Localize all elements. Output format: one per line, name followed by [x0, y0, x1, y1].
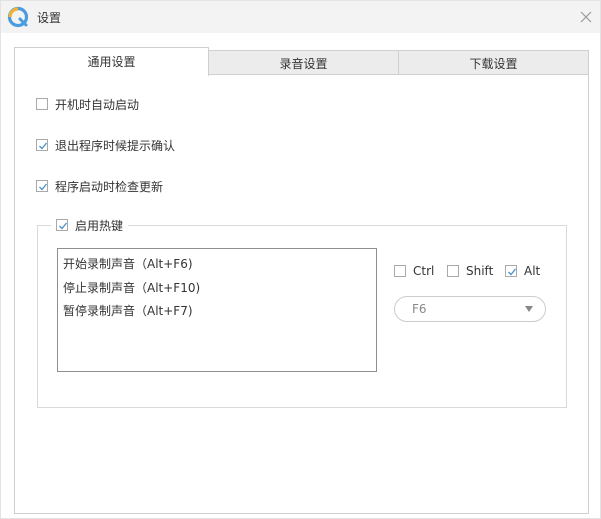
check-update-option[interactable]: 程序启动时检查更新 [36, 178, 163, 194]
title-bar: 设置 [1, 1, 600, 33]
shift-label: Shift [466, 264, 494, 278]
ctrl-modifier-option[interactable]: Ctrl [394, 263, 434, 279]
exit-confirm-checkbox[interactable] [36, 139, 48, 151]
check-update-label: 程序启动时检查更新 [55, 179, 164, 194]
hotkey-key-select[interactable]: F6 [394, 296, 546, 322]
checkmark-icon [39, 183, 48, 191]
list-item[interactable]: 开始录制声音（Alt+F6) [63, 255, 193, 272]
list-item[interactable]: 停止录制声音（Alt+F10) [63, 279, 200, 296]
shift-modifier-option[interactable]: Shift [447, 263, 493, 279]
settings-tabs: 通用设置 录音设置 下载设置 [14, 47, 589, 76]
dropdown-arrow-icon [525, 306, 533, 312]
close-button[interactable] [574, 5, 598, 29]
hotkey-enable-checkbox[interactable] [56, 219, 68, 231]
close-icon [580, 11, 592, 23]
checkmark-icon [508, 268, 517, 276]
app-logo-icon [7, 6, 29, 28]
exit-confirm-option[interactable]: 退出程序时候提示确认 [36, 137, 175, 153]
tab-general[interactable]: 通用设置 [14, 47, 209, 76]
hotkey-list[interactable]: 开始录制声音（Alt+F6) 停止录制声音（Alt+F10) 暂停录制声音（Al… [57, 248, 377, 372]
tab-download[interactable]: 下载设置 [398, 50, 589, 75]
auto-start-option[interactable]: 开机时自动启动 [36, 96, 139, 112]
checkmark-icon [39, 142, 48, 150]
ctrl-label: Ctrl [413, 264, 435, 278]
hotkey-enable-option[interactable]: 启用热键 [51, 217, 129, 233]
settings-window: 设置 通用设置 录音设置 下载设置 开机时自动启动 退出程序时候提示确认 程序启… [0, 0, 601, 519]
alt-checkbox[interactable] [505, 265, 517, 277]
exit-confirm-label: 退出程序时候提示确认 [55, 138, 176, 153]
hotkey-enable-label: 启用热键 [75, 218, 124, 233]
shift-checkbox[interactable] [447, 265, 459, 277]
checkmark-icon [59, 222, 68, 230]
tab-recording[interactable]: 录音设置 [208, 50, 399, 75]
list-item[interactable]: 暂停录制声音（Alt+F7) [63, 302, 193, 319]
auto-start-checkbox[interactable] [36, 98, 48, 110]
ctrl-checkbox[interactable] [394, 265, 406, 277]
alt-modifier-option[interactable]: Alt [505, 263, 540, 279]
window-title: 设置 [37, 11, 62, 25]
hotkey-key-value: F6 [412, 302, 427, 316]
auto-start-label: 开机时自动启动 [55, 97, 140, 112]
alt-label: Alt [524, 264, 541, 278]
check-update-checkbox[interactable] [36, 180, 48, 192]
